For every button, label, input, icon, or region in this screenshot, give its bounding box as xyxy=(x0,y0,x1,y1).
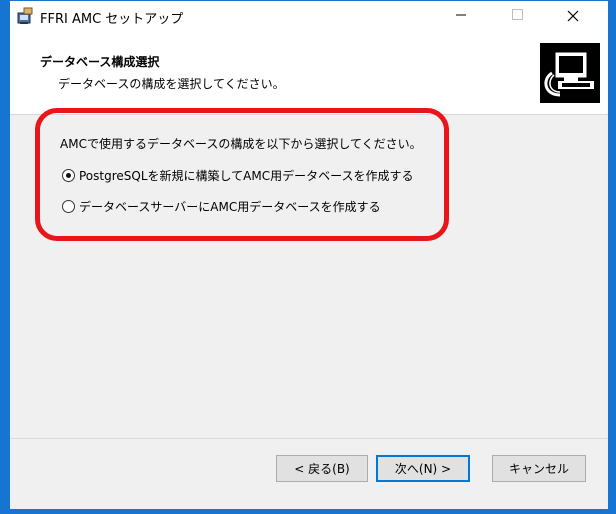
close-icon xyxy=(567,7,579,26)
back-button[interactable]: < 戻る(B) xyxy=(276,455,368,482)
maximize-button[interactable] xyxy=(494,1,540,31)
title-bar: FFRI AMC セットアップ xyxy=(10,1,608,31)
content-area: AMCで使用するデータベースの構成を以下から選択してください。 PostgreS… xyxy=(10,108,608,446)
minimize-button[interactable] xyxy=(438,1,484,31)
page-subtitle: データベースの構成を選択してください。 xyxy=(58,77,285,91)
option-existing-db-server[interactable]: データベースサーバーにAMC用データベースを作成する xyxy=(62,198,381,215)
option-new-postgresql[interactable]: PostgreSQLを新規に構築してAMC用データベースを作成する xyxy=(62,167,414,184)
page-title: データベース構成選択 xyxy=(40,55,160,69)
radio-button-checked[interactable] xyxy=(62,169,75,182)
footer-divider xyxy=(10,438,608,439)
close-button[interactable] xyxy=(550,1,596,31)
installer-icon xyxy=(16,7,34,25)
instruction-text: AMCで使用するデータベースの構成を以下から選択してください。 xyxy=(60,137,422,151)
window-title: FFRI AMC セットアップ xyxy=(40,12,184,27)
maximize-icon xyxy=(511,8,523,24)
setup-window: FFRI AMC セットアップ データベース構成選択 データベースの構成を選択し… xyxy=(9,0,609,510)
computer-graphic-icon xyxy=(540,43,600,103)
option-label: データベースサーバーにAMC用データベースを作成する xyxy=(79,200,381,214)
radio-button[interactable] xyxy=(62,200,75,213)
cancel-button[interactable]: キャンセル xyxy=(492,455,586,482)
page-header: データベース構成選択 データベースの構成を選択してください。 xyxy=(10,31,608,115)
next-button[interactable]: 次へ(N) > xyxy=(376,455,470,482)
minimize-icon xyxy=(455,8,467,24)
option-label: PostgreSQLを新規に構築してAMC用データベースを作成する xyxy=(79,169,414,183)
